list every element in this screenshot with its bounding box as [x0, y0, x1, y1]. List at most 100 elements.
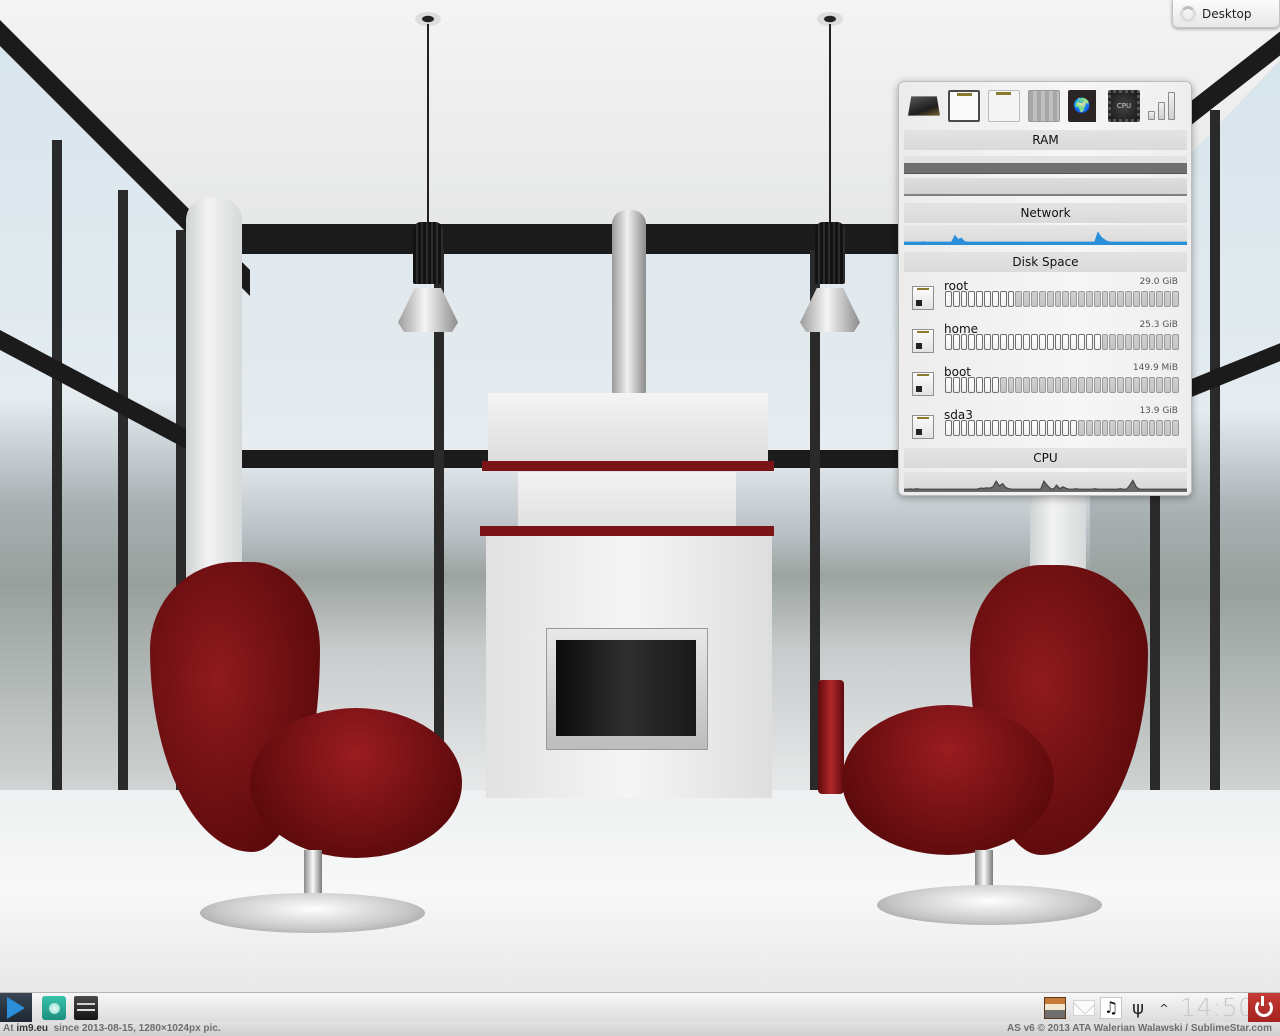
disk-bar-segment: [976, 334, 984, 350]
disk-monitor-inactive-icon[interactable]: [988, 90, 1020, 122]
cpu-section-header: CPU: [904, 448, 1187, 468]
application-launcher-button[interactable]: [0, 993, 32, 1023]
tray-expand-button[interactable]: ^: [1155, 995, 1173, 1021]
disk-bar-segment: [960, 420, 968, 436]
disk-bar-segment: [1101, 291, 1109, 307]
watermark-right: AS v6 © 2013 ATA Walerian Walawski / Sub…: [1006, 1023, 1272, 1034]
disk-bar-segment: [1125, 334, 1132, 350]
wallpaper-fireplace-screen: [556, 640, 696, 736]
wallpaper-lamp-body: [815, 222, 845, 284]
disk-bar-segment: [1070, 377, 1078, 393]
mail-icon: [1073, 1000, 1095, 1016]
disk-bar-segment: [1007, 334, 1015, 350]
taskbar-app-button[interactable]: [38, 993, 70, 1023]
disk-row-home[interactable]: home 25.3 GiB: [909, 319, 1189, 359]
taskbar-app-button[interactable]: [70, 993, 102, 1023]
disk-bar-segment: [1109, 420, 1117, 436]
watermark-suffix: since 2013-08-15, 1280×1024px pic.: [48, 1023, 221, 1034]
disk-bar-segment: [1085, 291, 1093, 307]
disk-monitor-icon[interactable]: [948, 90, 980, 122]
disk-bar-segment: [1125, 420, 1132, 436]
ram-usage-graph: [904, 156, 1187, 174]
disk-bar-segment: [999, 291, 1007, 307]
disk-bar-segment: [991, 420, 999, 436]
disk-bar-segment: [1101, 334, 1109, 350]
signal-bars-icon[interactable]: [1148, 92, 1178, 120]
network-area: [904, 232, 1187, 245]
disk-bar-segment: [991, 334, 999, 350]
disk-size: 13.9 GiB: [1139, 406, 1178, 416]
wallpaper-left-chair-base: [200, 893, 425, 933]
cpu-chip-icon[interactable]: [908, 96, 940, 116]
disk-bar-segment: [1038, 291, 1046, 307]
disk-bar-segment: [1125, 377, 1132, 393]
disk-bar-segment: [1046, 334, 1054, 350]
disk-bar-segment: [1054, 377, 1062, 393]
disk-bar-segment: [1164, 334, 1172, 350]
disk-row-sda3[interactable]: sda3 13.9 GiB: [909, 405, 1189, 445]
wallpaper-fireplace-ledge: [480, 526, 774, 536]
disk-bar-segment: [1164, 291, 1172, 307]
disk-bar-segment: [1062, 291, 1070, 307]
disk-bar-segment: [1101, 377, 1109, 393]
disk-bar-segment: [976, 420, 984, 436]
disk-bar-segment: [968, 377, 976, 393]
disk-bar-segment: [1117, 334, 1125, 350]
disk-bar-segment: [1031, 291, 1038, 307]
disk-bar-segment: [952, 420, 960, 436]
network-globe-icon[interactable]: 🌍: [1068, 90, 1100, 122]
disk-bar-segment: [1093, 291, 1101, 307]
watermark-site: im9.eu: [16, 1023, 49, 1034]
ram-icon[interactable]: [1028, 90, 1060, 122]
desktop-button-label: Desktop: [1202, 6, 1252, 21]
cpu-processor-icon[interactable]: CPU: [1108, 90, 1140, 122]
disk-bar-segment: [1015, 377, 1023, 393]
disk-bar-segment: [1148, 291, 1156, 307]
disk-bar-segment: [1007, 377, 1015, 393]
digital-clock[interactable]: 14:50: [1180, 993, 1255, 1023]
cpu-graph: [904, 472, 1187, 492]
disk-bar-segment: [1031, 377, 1038, 393]
disk-bar-segment: [1031, 334, 1038, 350]
disk-bar-segment: [984, 291, 991, 307]
wallpaper-fireplace-mid: [518, 472, 736, 528]
power-button[interactable]: [1248, 993, 1280, 1023]
ram-section-header: RAM: [904, 130, 1187, 150]
disk-usage-bar: [945, 291, 1179, 307]
disk-bar-segment: [1007, 420, 1015, 436]
wallpaper-lamp-cord: [427, 24, 429, 224]
wallpaper-right-chair-seat: [842, 705, 1054, 855]
disk-bar-segment: [1156, 334, 1164, 350]
disk-bar-segment: [1093, 420, 1101, 436]
tray-usb-button[interactable]: ψ: [1128, 995, 1148, 1021]
disk-bar-segment: [1062, 377, 1070, 393]
disk-bar-segment: [976, 377, 984, 393]
file-drawer-icon: [74, 996, 98, 1020]
disk-bar-segment: [1109, 334, 1117, 350]
disk-bar-segment: [1132, 420, 1140, 436]
disk-bar-segment: [1070, 420, 1078, 436]
disk-bar-segment: [1085, 420, 1093, 436]
disk-bar-segment: [945, 291, 952, 307]
disk-bar-segment: [1023, 377, 1031, 393]
disk-bar-segment: [1117, 420, 1125, 436]
disk-bar-segment: [1148, 334, 1156, 350]
disk-bar-segment: [1007, 291, 1015, 307]
disk-row-root[interactable]: root 29.0 GiB: [909, 276, 1189, 316]
disk-bar-segment: [1132, 334, 1140, 350]
disk-bar-segment: [1117, 377, 1125, 393]
disk-bar-segment: [1164, 377, 1172, 393]
disk-bar-segment: [1038, 334, 1046, 350]
disk-row-boot[interactable]: boot 149.9 MiB: [909, 362, 1189, 402]
network-line: [904, 231, 1187, 243]
watermark-prefix: At: [3, 1023, 17, 1034]
tray-music-button[interactable]: ♫: [1099, 995, 1123, 1021]
tray-notes-button[interactable]: [1043, 995, 1067, 1021]
disk-bar-segment: [1109, 377, 1117, 393]
disk-bar-segment: [991, 291, 999, 307]
desktop-toolbox-button[interactable]: Desktop: [1172, 0, 1280, 28]
disk-bar-segment: [1085, 334, 1093, 350]
play-triangle-icon: [7, 997, 25, 1019]
music-icon: ♫: [1100, 997, 1122, 1019]
tray-mail-button[interactable]: [1071, 995, 1097, 1021]
